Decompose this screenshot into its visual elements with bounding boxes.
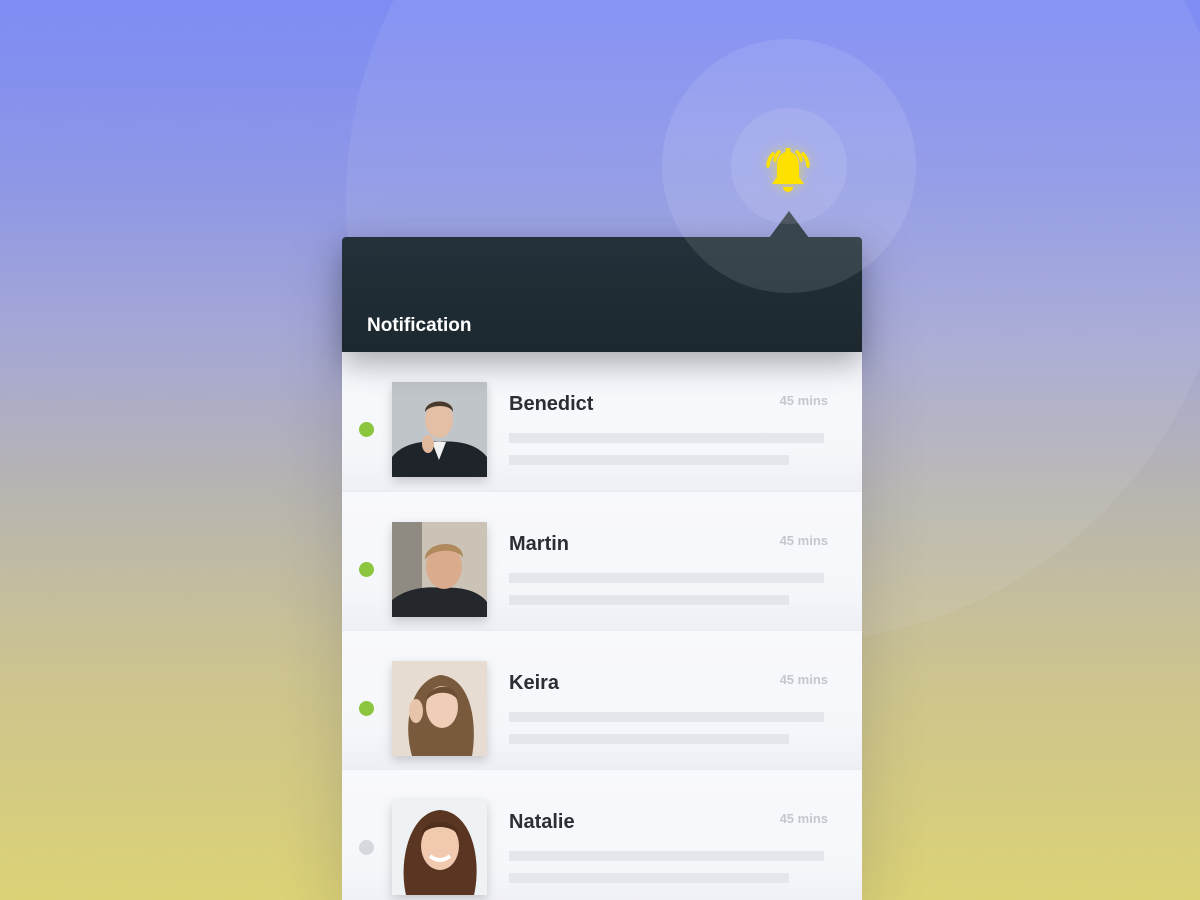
message-placeholder-line <box>509 851 824 861</box>
panel-header: Notification <box>342 237 862 352</box>
avatar <box>392 800 487 895</box>
message-placeholder-line <box>509 873 789 883</box>
message-placeholder-line <box>509 734 789 744</box>
bell-icon[interactable] <box>764 144 812 196</box>
message-placeholder-line <box>509 712 824 722</box>
message-placeholder-line <box>509 433 824 443</box>
status-dot <box>359 422 374 437</box>
timestamp: 45 mins <box>779 533 828 548</box>
notification-item[interactable]: Benedict 45 mins <box>342 352 862 491</box>
avatar <box>392 661 487 756</box>
sender-name: Benedict <box>509 393 594 415</box>
status-dot <box>359 840 374 855</box>
message-placeholder-line <box>509 455 789 465</box>
message-placeholder-line <box>509 595 789 605</box>
message-placeholder-line <box>509 573 824 583</box>
avatar <box>392 522 487 617</box>
timestamp: 45 mins <box>779 393 828 408</box>
notification-item[interactable]: Martin 45 mins <box>342 491 862 630</box>
page-title: Notification <box>367 315 472 336</box>
avatar <box>392 382 487 477</box>
status-dot <box>359 701 374 716</box>
notification-item[interactable]: Natalie 45 mins <box>342 769 862 900</box>
timestamp: 45 mins <box>779 811 828 826</box>
status-dot <box>359 562 374 577</box>
notification-panel: Notification Benedict 45 mins Martin 45 … <box>342 237 862 900</box>
sender-name: Keira <box>509 672 560 694</box>
sender-name: Martin <box>509 533 569 555</box>
timestamp: 45 mins <box>779 672 828 687</box>
notification-item[interactable]: Keira 45 mins <box>342 630 862 769</box>
sender-name: Natalie <box>509 811 575 833</box>
